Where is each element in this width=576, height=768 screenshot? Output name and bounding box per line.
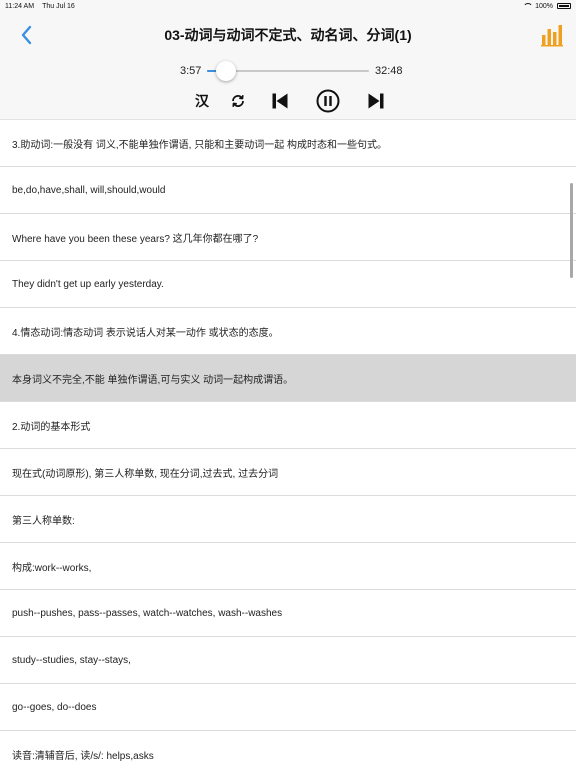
list-item[interactable]: 构成:work--works, [0,543,576,590]
list-item[interactable]: 现在式(动词原形), 第三人称单数, 现在分词,过去式, 过去分词 [0,449,576,496]
list-item[interactable]: push--pushes, pass--passes, watch--watch… [0,590,576,637]
status-date: Thu Jul 16 [42,2,75,10]
scrollbar[interactable] [570,183,573,278]
wifi-icon [523,3,534,9]
current-time: 3:57 [180,65,202,77]
list-item[interactable]: study--studies, stay--stays, [0,637,576,684]
nav-bar: 03-动词与动词不定式、动名词、分词(1) [0,12,576,58]
progress-slider[interactable] [207,61,369,81]
skip-previous-icon [272,93,288,109]
list-item[interactable]: be,do,have,shall, will,should,would [0,167,576,214]
pause-icon [316,89,340,113]
battery-percent: 100% [535,2,553,10]
list-item-active[interactable]: 本身词义不完全,不能 单独作谓语,可与实义 动词一起构成谓语。 [0,355,576,402]
audio-player: 3:57 32:48 汉 [0,58,576,120]
list-item[interactable]: 2.动词的基本形式 [0,402,576,449]
repeat-button[interactable] [229,89,247,113]
repeat-icon [232,95,244,107]
chinese-toggle-button[interactable]: 汉 [192,89,212,113]
next-button[interactable] [366,89,386,113]
status-time: 11:24 AM [5,2,35,10]
list-item[interactable]: go--goes, do--does [0,684,576,731]
page-title: 03-动词与动词不定式、动名词、分词(1) [164,27,412,43]
progress-thumb[interactable] [216,61,237,81]
total-time: 32:48 [375,65,403,77]
list-item[interactable]: Where have you been these years? 这几年你都在哪… [0,214,576,261]
chevron-left-icon [21,25,32,45]
list-item[interactable]: 读音:清辅音后, 读/s/: helps,asks [0,731,576,768]
list-item[interactable]: 4.情态动词:情态动词 表示说话人对某一动作 或状态的态度。 [0,308,576,355]
status-bar: 11:24 AM Thu Jul 16 100% [0,0,576,12]
battery-icon [557,3,571,9]
skip-next-icon [368,93,384,109]
previous-button[interactable] [270,89,290,113]
list-item[interactable]: 第三人称单数: [0,496,576,543]
list-item[interactable]: They didn't get up early yesterday. [0,261,576,308]
bar-chart-icon [541,25,563,47]
sentence-list[interactable]: 3.助动词:一般没有 词义,不能单独作谓语, 只能和主要动词一起 构成时态和一些… [0,120,576,768]
list-item[interactable]: 3.助动词:一般没有 词义,不能单独作谓语, 只能和主要动词一起 构成时态和一些… [0,120,576,167]
status-right: 100% [523,3,571,10]
back-button[interactable] [16,22,38,48]
chart-button[interactable] [540,21,564,47]
pause-button[interactable] [315,89,341,113]
